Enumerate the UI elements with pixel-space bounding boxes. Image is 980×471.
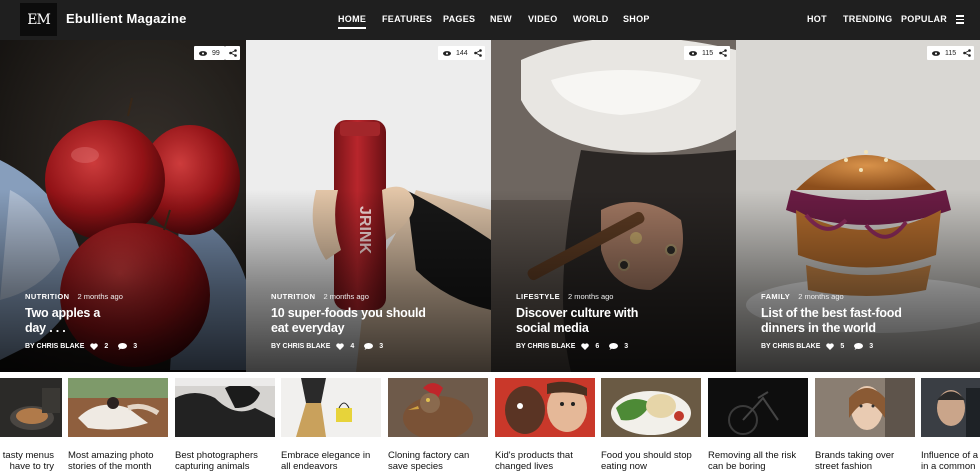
hamburger-icon[interactable] <box>956 15 964 24</box>
thumb-image <box>708 378 808 437</box>
thumb-title[interactable]: Influence of a in a common <box>921 450 980 471</box>
thumb-image <box>601 378 701 437</box>
nav-shop[interactable]: SHOP <box>623 14 650 24</box>
card-author[interactable]: BY CHRIS BLAKE <box>25 343 84 350</box>
thumb-title[interactable]: Most amazing photo stories of the month <box>68 450 168 471</box>
thumb-image <box>68 378 168 437</box>
thumb-image <box>815 378 915 437</box>
card-author[interactable]: BY CHRIS BLAKE <box>516 343 575 350</box>
card-author[interactable]: BY CHRIS BLAKE <box>271 343 330 350</box>
thumb-title[interactable]: Embrace elegance in all endeavors <box>281 450 381 471</box>
heart-icon <box>826 343 835 350</box>
view-count-value: 99 <box>212 49 220 57</box>
thumb-title[interactable]: Best photographers capturing animals <box>175 450 275 471</box>
comment-count: 3 <box>379 343 384 350</box>
thumb-title[interactable]: tasty menus have to try <box>0 450 54 471</box>
strip-item[interactable]: tasty menus have to try <box>0 378 62 471</box>
card-time: 2 months ago <box>568 292 614 301</box>
share-icon[interactable] <box>959 46 974 60</box>
heart-icon <box>581 343 590 350</box>
strip-item[interactable]: Brands taking over street fashion <box>815 378 915 471</box>
thumb-image <box>388 378 488 440</box>
thumb-title[interactable]: Removing all the risk can be boring <box>708 450 808 471</box>
comment-count: 3 <box>133 343 138 350</box>
heart-icon <box>336 343 345 350</box>
thumb-title[interactable]: Kid's products that changed lives <box>495 450 595 471</box>
comment-icon <box>118 343 128 350</box>
card-time: 2 months ago <box>798 292 844 301</box>
thumb-title[interactable]: Food you should stop eating now <box>601 450 701 471</box>
strip-item[interactable]: Removing all the risk can be boring <box>708 378 808 471</box>
comment-icon <box>854 343 864 350</box>
featured-card[interactable]: 115 FAMILY 2 months ago List of the best… <box>736 40 980 372</box>
card-author[interactable]: BY CHRIS BLAKE <box>761 343 820 350</box>
like-count: 4 <box>350 343 355 350</box>
card-time: 2 months ago <box>77 292 123 301</box>
card-category[interactable]: NUTRITION <box>25 292 69 301</box>
site-title[interactable]: Ebullient Magazine <box>66 11 187 26</box>
strip-item[interactable]: Most amazing photo stories of the month <box>68 378 168 471</box>
strip-item[interactable]: Kid's products that changed lives <box>495 378 595 471</box>
eye-icon <box>443 50 451 56</box>
strip-item[interactable]: Influence of a in a common <box>921 378 980 471</box>
heart-icon <box>90 343 99 350</box>
comment-icon <box>609 343 619 350</box>
nav-hot[interactable]: HOT <box>807 14 827 24</box>
strip-item[interactable]: Best photographers capturing animals <box>175 378 275 471</box>
thumb-title[interactable]: Brands taking over street fashion <box>815 450 915 471</box>
card-time: 2 months ago <box>323 292 369 301</box>
share-icon[interactable] <box>470 46 485 60</box>
card-category[interactable]: NUTRITION <box>271 292 315 301</box>
card-category[interactable]: FAMILY <box>761 292 790 301</box>
view-count: 99 <box>194 46 225 60</box>
strip-item[interactable]: Cloning factory can save species <box>388 378 488 471</box>
thumb-image <box>0 378 62 437</box>
like-count: 6 <box>595 343 600 350</box>
strip-item[interactable]: Food you should stop eating now <box>601 378 701 471</box>
site-logo[interactable]: EM <box>20 3 57 36</box>
featured-card[interactable]: 99 NUTRITION 2 months ago Two apples a d… <box>0 40 246 372</box>
card-title[interactable]: List of the best fast-food dinners in th… <box>761 306 911 336</box>
like-count: 2 <box>104 343 109 350</box>
nav-popular[interactable]: POPULAR <box>901 14 947 24</box>
nav-trending[interactable]: TRENDING <box>843 14 892 24</box>
nav-pages[interactable]: PAGES <box>443 14 475 24</box>
like-count: 5 <box>840 343 845 350</box>
share-icon[interactable] <box>225 46 240 60</box>
featured-card[interactable]: 115 LIFESTYLE 2 months ago Discover cult… <box>491 40 736 372</box>
card-category[interactable]: LIFESTYLE <box>516 292 560 301</box>
nav-world[interactable]: WORLD <box>573 14 609 24</box>
top-navbar: EM Ebullient Magazine HOME FEATURES PAGE… <box>0 0 980 40</box>
view-count-value: 144 <box>456 49 468 57</box>
nav-video[interactable]: VIDEO <box>528 14 558 24</box>
comment-count: 3 <box>624 343 629 350</box>
thumb-image <box>495 378 595 437</box>
view-count-value: 115 <box>702 49 714 57</box>
thumb-image <box>175 378 275 437</box>
thumb-image <box>921 378 980 437</box>
eye-icon <box>689 50 697 56</box>
eye-icon <box>199 50 207 56</box>
share-icon[interactable] <box>715 46 730 60</box>
strip-item[interactable]: Embrace elegance in all endeavors <box>281 378 381 471</box>
nav-features[interactable]: FEATURES <box>382 14 432 24</box>
thumb-image <box>281 378 381 437</box>
nav-home[interactable]: HOME <box>338 14 367 29</box>
card-title[interactable]: Discover culture with social media <box>516 306 666 336</box>
eye-icon <box>932 50 940 56</box>
comment-icon <box>364 343 374 350</box>
thumb-title[interactable]: Cloning factory can save species <box>388 450 488 471</box>
card-title[interactable]: Two apples a day . . . <box>25 306 115 336</box>
nav-new[interactable]: NEW <box>490 14 512 24</box>
card-title[interactable]: 10 super-foods you should eat everyday <box>271 306 431 336</box>
view-count: 115 <box>684 46 719 60</box>
featured-card[interactable]: JRINK 144 NUTRITION 2 months ago 10 supe… <box>246 40 491 372</box>
view-count: 144 <box>438 46 473 60</box>
view-count: 115 <box>927 46 962 60</box>
comment-count: 3 <box>869 343 874 350</box>
view-count-value: 115 <box>945 49 957 57</box>
